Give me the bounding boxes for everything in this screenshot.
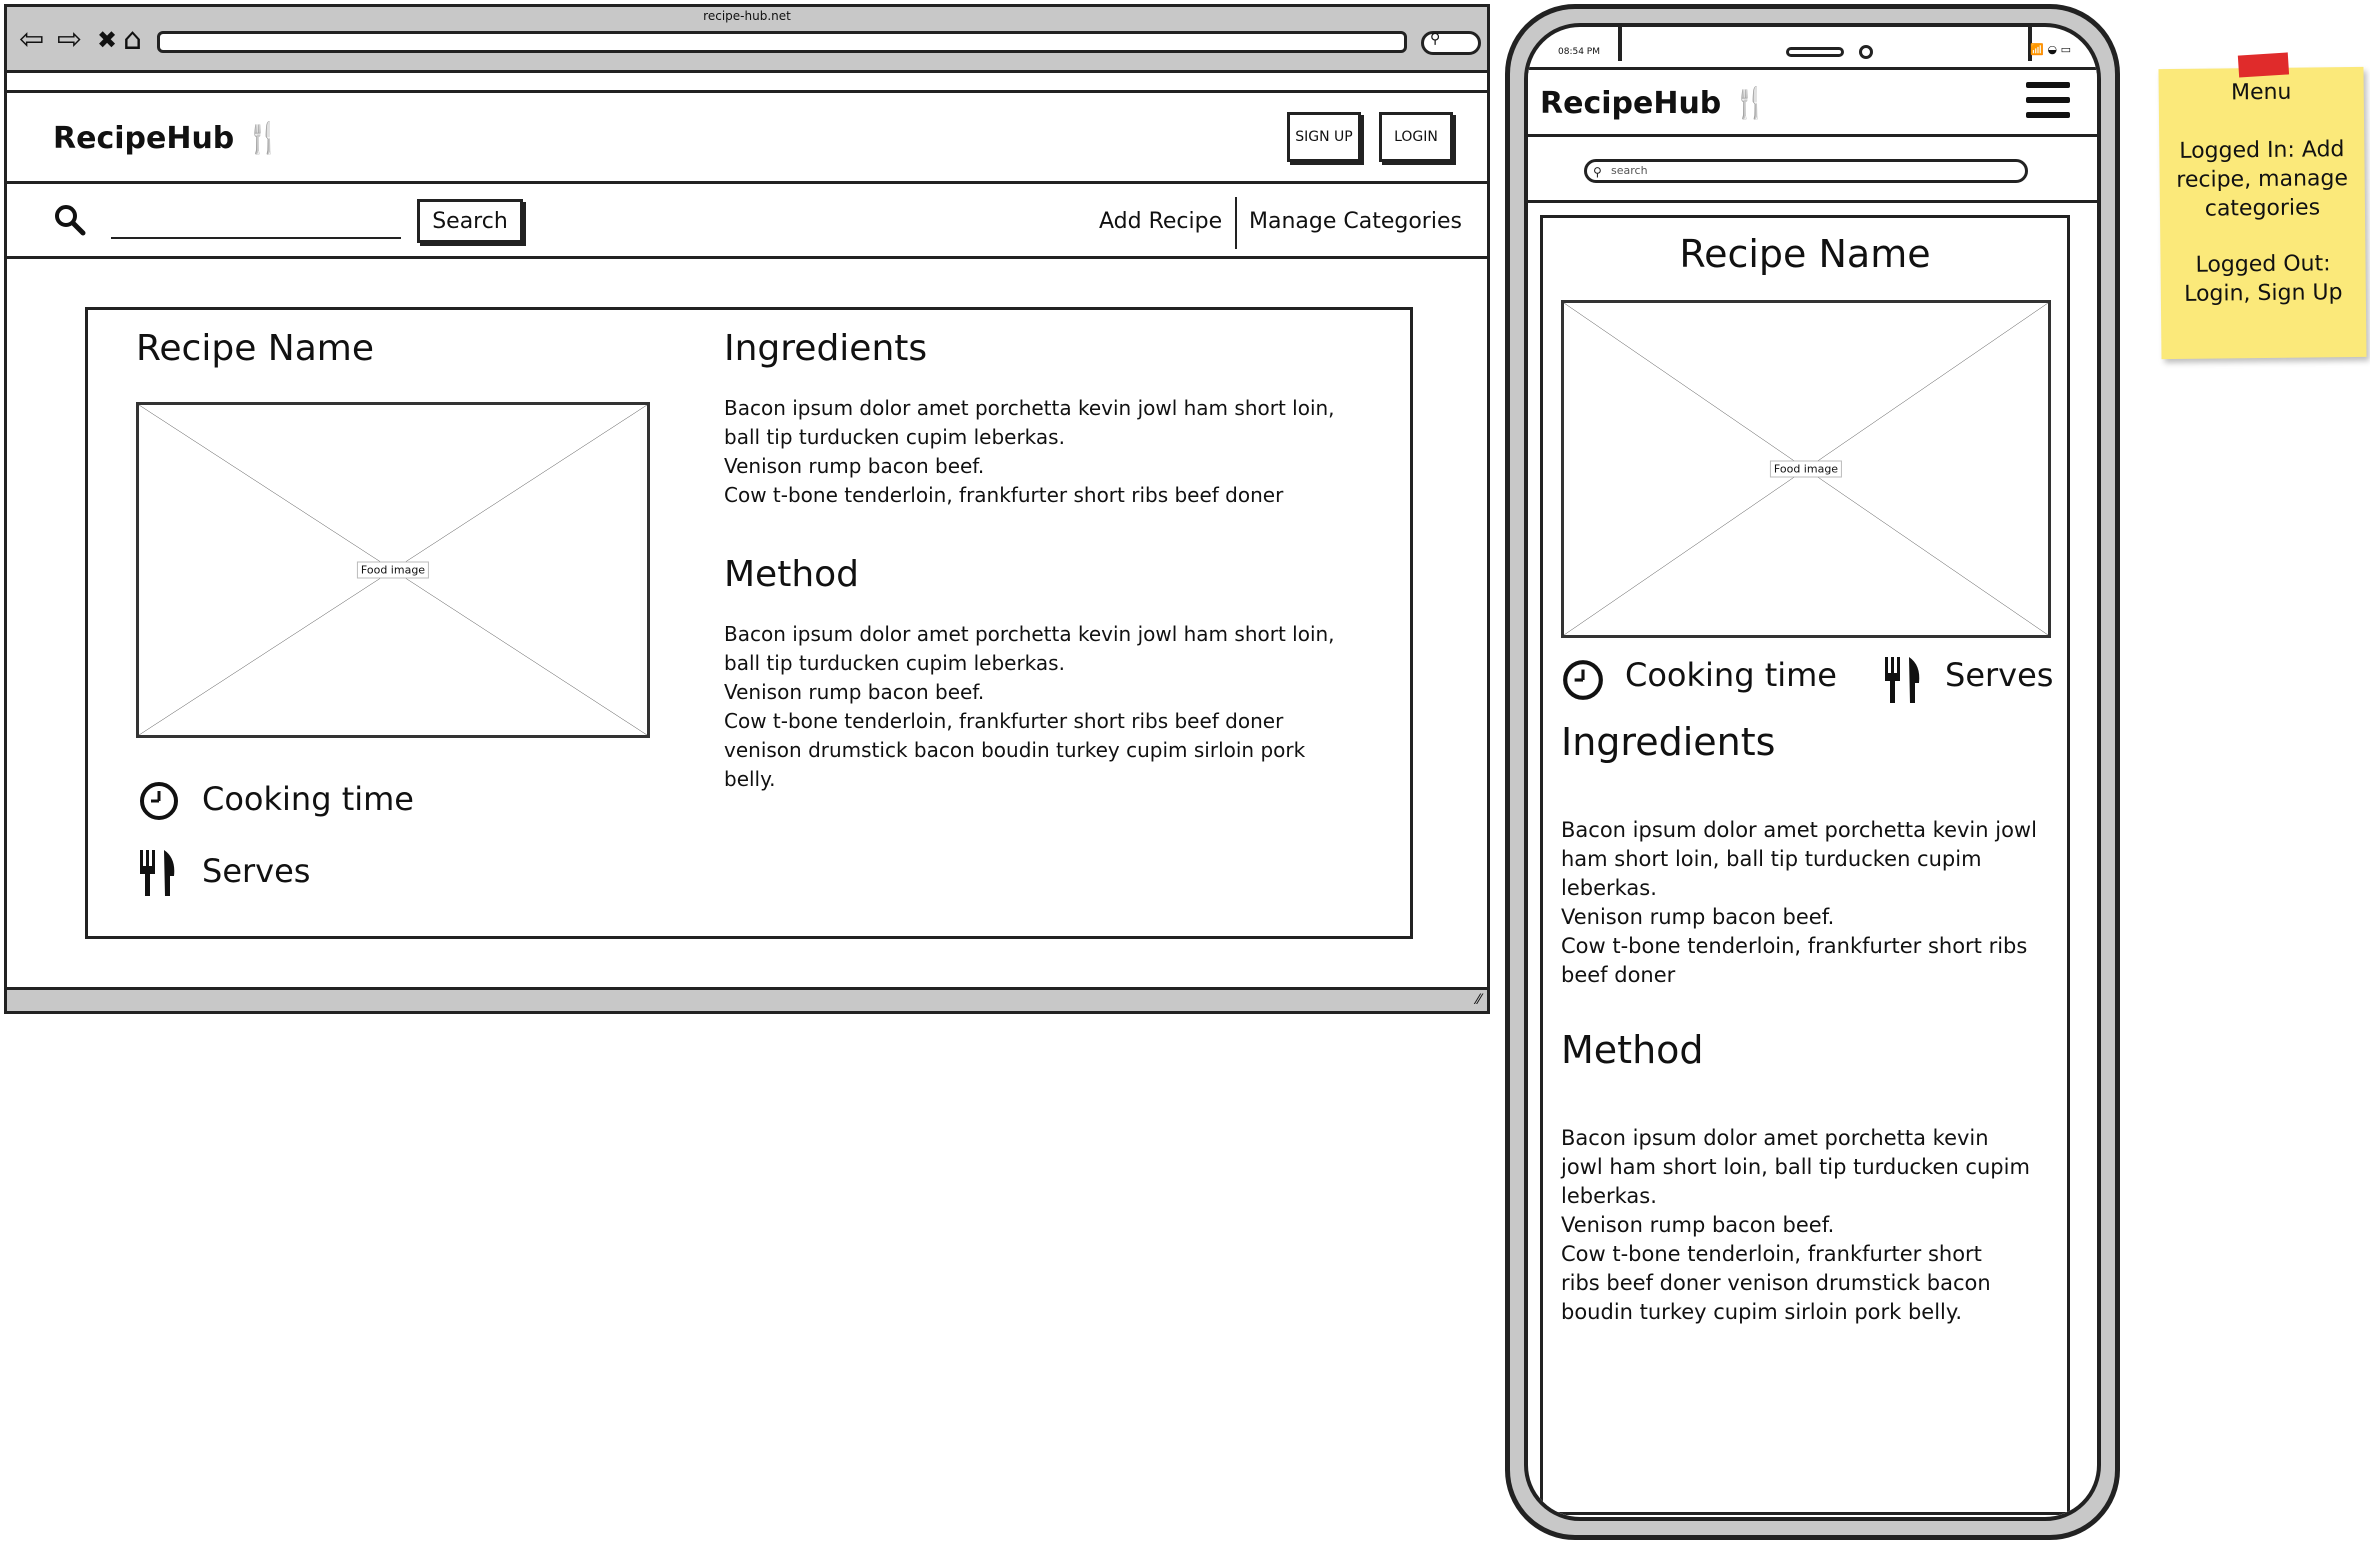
search-button[interactable]: Search	[417, 199, 523, 243]
mobile-ingredients-heading: Ingredients	[1561, 720, 1776, 764]
back-arrow-icon[interactable]: ⇦	[19, 25, 44, 55]
browser-url-text: recipe-hub.net	[703, 9, 791, 23]
mobile-site-logo[interactable]: RecipeHub 🍴	[1540, 86, 1769, 121]
method-text: Bacon ipsum dolor amet porchetta kevin j…	[724, 622, 1335, 791]
browser-chrome: recipe-hub.net ⇦ ⇨ ✖ ⌂ ⚲	[7, 7, 1487, 73]
search-input[interactable]	[111, 237, 401, 239]
mobile-recipe-name: Recipe Name	[1679, 232, 1931, 276]
sticky-note-logged-out: Logged Out: Login, Sign Up	[2184, 251, 2343, 307]
mobile-recipe-card: Recipe Name Food image Cooking time Serv…	[1540, 215, 2070, 1515]
phone-screen: 08:54 PM 📶 ◒ ▭ RecipeHub 🍴 ⚲ search Reci…	[1524, 23, 2101, 1521]
nav-add-recipe-link[interactable]: Add Recipe	[1099, 209, 1222, 234]
mobile-method-text: Bacon ipsum dolor amet porchetta kevin j…	[1561, 1126, 2030, 1324]
cooking-time-label: Cooking time	[202, 780, 414, 818]
clock-icon	[1563, 660, 1603, 700]
cutlery-icon	[140, 850, 175, 896]
nav-manage-categories-link[interactable]: Manage Categories	[1249, 209, 1462, 234]
forward-arrow-icon[interactable]: ⇨	[57, 25, 82, 55]
close-icon[interactable]: ✖	[97, 25, 117, 55]
camera-icon	[1859, 45, 1873, 59]
cutlery-icon	[1885, 657, 1920, 703]
site-logo[interactable]: RecipeHub 🍴	[53, 121, 282, 156]
search-toolbar: Search Add Recipe Manage Categories	[7, 187, 1487, 259]
signup-button[interactable]: SIGN UP	[1287, 112, 1361, 162]
nav-divider	[1235, 197, 1237, 249]
site-header: RecipeHub 🍴 SIGN UP LOGIN	[7, 90, 1487, 184]
recipe-name: Recipe Name	[136, 328, 374, 369]
mobile-food-image-label: Food image	[1769, 460, 1843, 478]
sticky-note: Menu Logged In: Add recipe, manage categ…	[2158, 52, 2367, 360]
search-icon	[55, 205, 86, 236]
search-icon: ⚲	[1430, 31, 1441, 47]
mobile-search-input[interactable]: ⚲ search	[1584, 159, 2028, 183]
desktop-browser-window: recipe-hub.net ⇦ ⇨ ✖ ⌂ ⚲ RecipeHub 🍴 SIG…	[4, 4, 1490, 1014]
ingredients-text: Bacon ipsum dolor amet porchetta kevin j…	[724, 396, 1335, 507]
notch-edge-left	[1618, 27, 1622, 61]
mobile-search-bar: ⚲ search	[1528, 139, 2097, 203]
login-button[interactable]: LOGIN	[1379, 112, 1453, 162]
status-icons: 📶 ◒ ▭	[2030, 43, 2071, 56]
browser-search-box[interactable]: ⚲	[1421, 31, 1481, 55]
hamburger-menu-icon[interactable]	[2026, 82, 2070, 120]
mobile-food-image-placeholder: Food image	[1561, 300, 2051, 638]
search-placeholder: search	[1611, 164, 1648, 177]
address-bar[interactable]	[157, 31, 1407, 53]
sticky-tape	[2237, 52, 2290, 78]
browser-status-bar: ⁄⁄	[7, 987, 1487, 1011]
food-image-label: Food image	[356, 561, 430, 579]
ingredients-heading: Ingredients	[724, 328, 928, 369]
search-icon: ⚲	[1593, 165, 1602, 179]
mobile-method-heading: Method	[1561, 1028, 1704, 1072]
phone-frame: 08:54 PM 📶 ◒ ▭ RecipeHub 🍴 ⚲ search Reci…	[1505, 4, 2120, 1540]
mobile-ingredients-text: Bacon ipsum dolor amet porchetta kevin j…	[1561, 818, 2037, 987]
mobile-cooking-time-label: Cooking time	[1625, 656, 1837, 694]
food-image-placeholder: Food image	[136, 402, 650, 738]
clock-icon	[140, 782, 178, 820]
method-heading: Method	[724, 554, 860, 595]
sticky-note-logged-in: Logged In: Add recipe, manage categories	[2176, 137, 2349, 222]
resize-handle-icon[interactable]: ⁄⁄	[1476, 992, 1481, 1008]
recipe-card: Recipe Name Food image Cooking time Serv…	[85, 307, 1413, 939]
mobile-serves-label: Serves	[1945, 656, 2054, 694]
home-icon[interactable]: ⌂	[123, 25, 142, 55]
status-time: 08:54 PM	[1558, 47, 1600, 57]
sticky-note-title: Menu	[2230, 79, 2292, 106]
mobile-header: RecipeHub 🍴	[1528, 67, 2097, 137]
speaker-icon	[1786, 47, 1844, 57]
serves-label: Serves	[202, 852, 311, 890]
